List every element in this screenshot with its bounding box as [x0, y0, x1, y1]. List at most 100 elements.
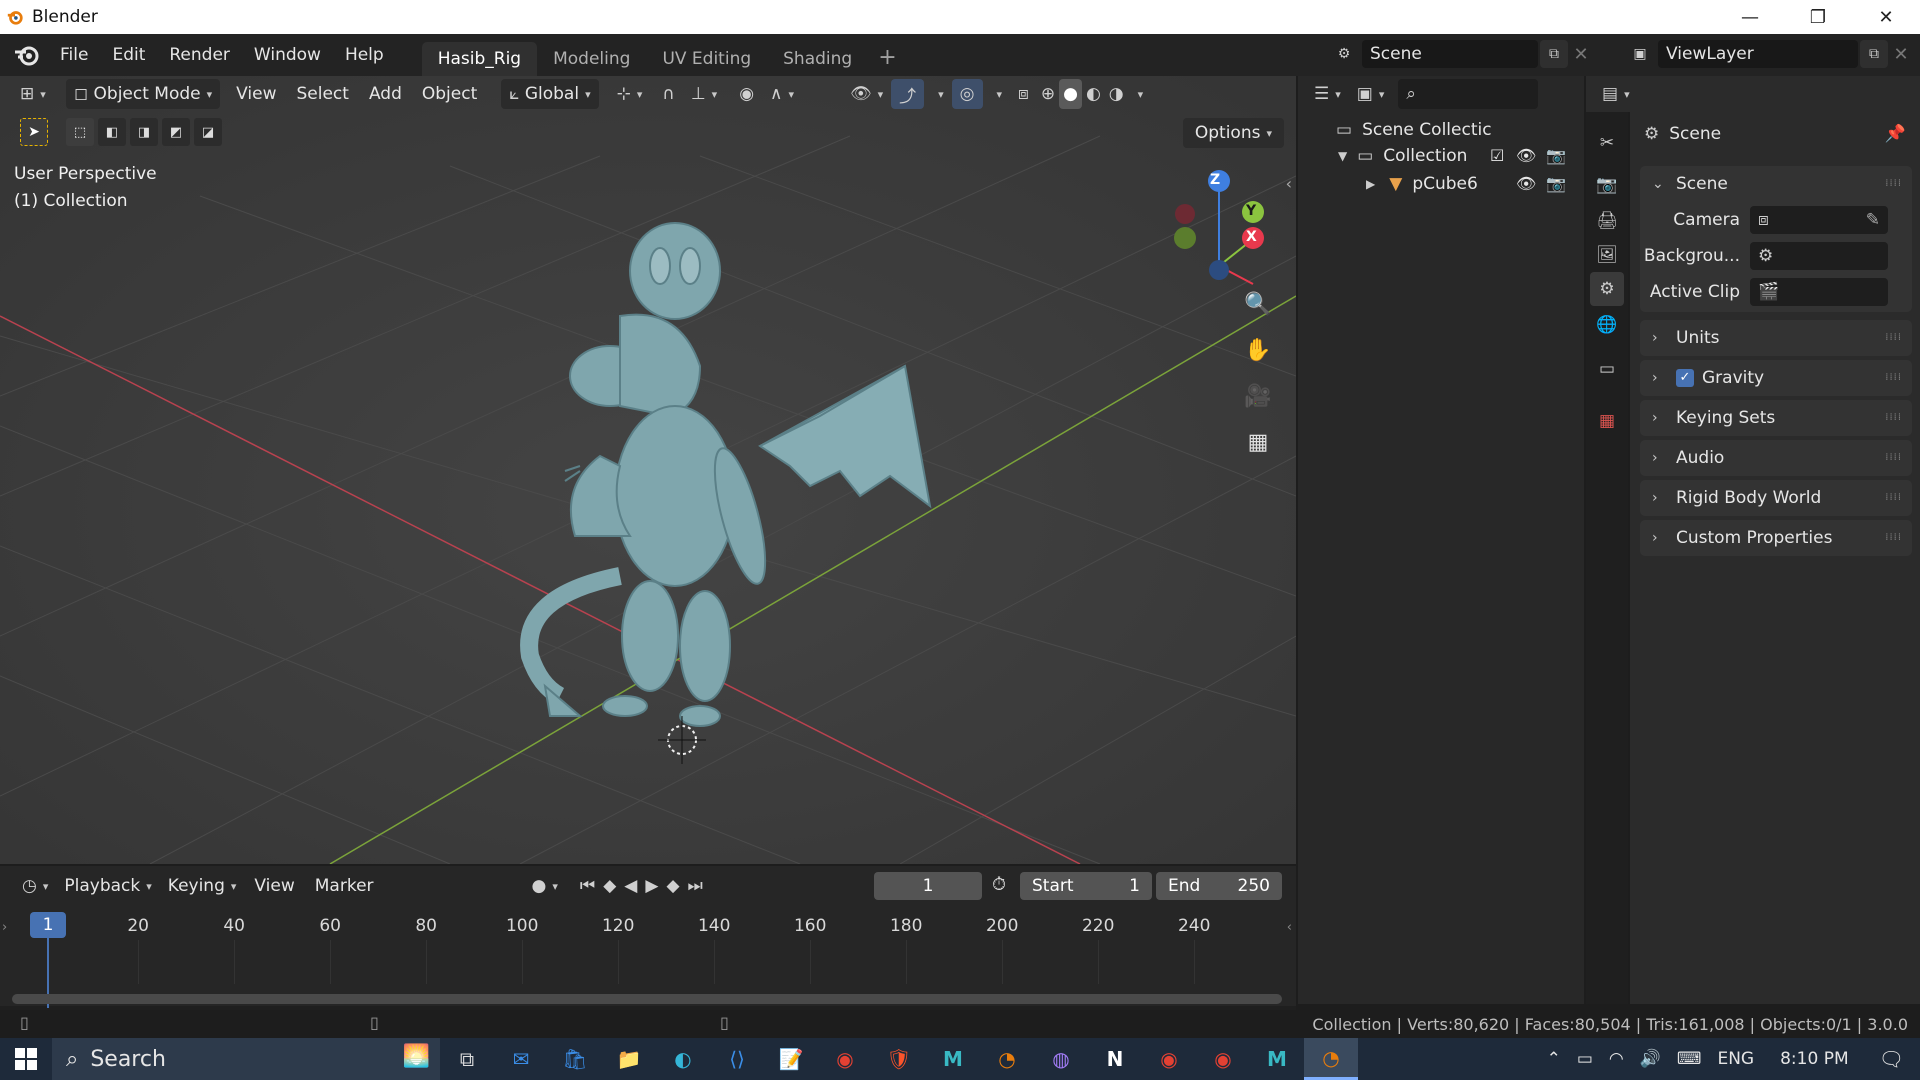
pan-hand-icon[interactable]: ✋: [1238, 330, 1278, 370]
timeline-menu-marker[interactable]: Marker: [305, 876, 384, 896]
jump-start-icon[interactable]: ⏮: [576, 871, 599, 901]
restore-icon[interactable]: ❐: [1784, 0, 1852, 34]
collection-checkbox-icon[interactable]: ☑: [1490, 146, 1504, 165]
tab-shading[interactable]: Shading: [767, 42, 868, 76]
menu-render[interactable]: Render: [157, 40, 242, 70]
mode-dropdown[interactable]: ◻ Object Mode ▾: [66, 79, 221, 109]
minimize-icon[interactable]: —: [1716, 0, 1784, 34]
timeline-ruler[interactable]: 1 › ‹ 20 40 60 80 100 120 140 160 180 200 220 240: [0, 906, 1296, 1008]
maya-icon[interactable]: M: [1250, 1038, 1304, 1080]
background-field[interactable]: ⚙: [1750, 242, 1888, 270]
chrome-icon[interactable]: ◉: [818, 1038, 872, 1080]
select-subtract-icon[interactable]: ◨: [130, 118, 158, 146]
chrome-icon[interactable]: ◉: [1142, 1038, 1196, 1080]
eyedropper-icon[interactable]: ✎: [1866, 210, 1880, 230]
zoom-icon[interactable]: 🔍: [1238, 284, 1278, 324]
language-indicator[interactable]: ENG: [1717, 1049, 1754, 1069]
brave-icon[interactable]: 🛡: [872, 1038, 926, 1080]
outliner-object-pcube6[interactable]: ▶ ▼ pCube6: [1366, 170, 1478, 198]
gizmo-dropdown[interactable]: ▾: [924, 79, 952, 109]
viewport-menu-view[interactable]: View: [226, 84, 286, 104]
blender-icon[interactable]: ◔: [1304, 1038, 1358, 1080]
camera-view-icon[interactable]: 🎥: [1238, 376, 1278, 416]
shading-dropdown[interactable]: ▾: [1128, 79, 1148, 109]
prev-keyframe-icon[interactable]: ◆: [599, 871, 620, 901]
rigid-body-world-panel[interactable]: › Rigid Body World ⁞⁞⁞⁞: [1640, 480, 1912, 516]
remove-scene-icon[interactable]: ✕: [1568, 40, 1594, 68]
options-dropdown[interactable]: Options ▾: [1182, 118, 1284, 148]
next-keyframe-icon[interactable]: ◆: [662, 871, 683, 901]
clock[interactable]: 8:10 PM: [1780, 1049, 1849, 1069]
remove-viewlayer-icon[interactable]: ✕: [1888, 40, 1914, 68]
camera-field[interactable]: ⧈ ✎: [1750, 206, 1888, 234]
tool-tab-icon[interactable]: ✂: [1590, 126, 1624, 160]
3d-viewport[interactable]: Z Y X ⊞ ▾ ◻ Object Mode ▾ View Select Add …: [0, 76, 1296, 864]
viewlayer-icon[interactable]: ▣: [1626, 40, 1654, 68]
select-extend-icon[interactable]: ◧: [98, 118, 126, 146]
select-new-icon[interactable]: ⬚: [66, 118, 94, 146]
properties-editor[interactable]: ⚙ Scene 📌 ⌄ Scene ⁞⁞⁞⁞ Camera ⧈ ✎ Backgrou.…: [1630, 76, 1920, 1004]
material-shading-icon[interactable]: ◐: [1082, 79, 1105, 109]
visibility-icon[interactable]: 👁 ▾: [842, 79, 891, 109]
wireframe-shading-icon[interactable]: ⊕: [1037, 79, 1059, 109]
outliner-editor-type-icon[interactable]: ☰ ▾: [1306, 79, 1349, 109]
tab-hasib-rig[interactable]: Hasib_Rig: [421, 42, 538, 76]
notifications-icon[interactable]: 🗨: [1879, 1047, 1904, 1071]
outliner-search-input[interactable]: ⌕: [1398, 79, 1539, 109]
file-explorer-icon[interactable]: 📁: [602, 1038, 656, 1080]
timeline-sidebar-icon[interactable]: ‹: [1287, 920, 1292, 935]
transform-orientation-dropdown[interactable]: ⟀ Global ▾: [501, 79, 599, 109]
viewport-menu-add[interactable]: Add: [359, 84, 412, 104]
sidebar-toggle-icon[interactable]: ‹: [1286, 174, 1292, 193]
vscode-icon[interactable]: ⟨⟩: [710, 1038, 764, 1080]
timeline-scrollbar[interactable]: [12, 994, 1282, 1004]
viewport-scene[interactable]: [0, 76, 1296, 864]
volume-icon[interactable]: 🔊: [1640, 1049, 1661, 1069]
play-reverse-icon[interactable]: ◀: [620, 871, 641, 901]
notion-icon[interactable]: N: [1088, 1038, 1142, 1080]
select-invert-icon[interactable]: ◩: [162, 118, 190, 146]
outliner-collection[interactable]: ▼ ▭ Collection: [1338, 142, 1467, 170]
edge-icon[interactable]: ◐: [656, 1038, 710, 1080]
audio-panel[interactable]: › Audio ⁞⁞⁞⁞: [1640, 440, 1912, 476]
blender-menu-icon[interactable]: [12, 40, 42, 70]
overlays-dropdown[interactable]: ▾: [983, 79, 1011, 109]
solid-shading-icon[interactable]: ●: [1059, 79, 1082, 109]
gizmo-toggle-icon[interactable]: ⤴: [891, 79, 925, 109]
menu-window[interactable]: Window: [242, 40, 333, 70]
object-eye-icon[interactable]: 👁: [1516, 174, 1536, 193]
outliner[interactable]: ☰ ▾ ▣ ▾ ⌕ ▭ Scene Collectic ▼ ▭ Collection…: [1298, 76, 1584, 1004]
timeline-menu-view[interactable]: View: [244, 876, 304, 896]
jump-end-icon[interactable]: ⏭: [684, 871, 707, 901]
preview-range-icon[interactable]: ⏱: [992, 874, 1006, 895]
select-tool-icon[interactable]: ➤: [20, 118, 48, 146]
auto-keying-icon[interactable]: ● ▾: [524, 871, 566, 901]
menu-file[interactable]: File: [48, 40, 100, 70]
gravity-checkbox[interactable]: ✓: [1676, 369, 1694, 387]
scene-panel-header[interactable]: ⌄ Scene ⁞⁞⁞⁞: [1640, 166, 1912, 202]
chrome-icon[interactable]: ◉: [1196, 1038, 1250, 1080]
render-tab-icon[interactable]: 📷: [1590, 168, 1624, 202]
collapse-arrow-icon[interactable]: ▼: [1338, 149, 1347, 163]
viewport-menu-select[interactable]: Select: [287, 84, 359, 104]
new-viewlayer-icon[interactable]: ⧉: [1860, 40, 1888, 68]
notepad-icon[interactable]: 📝: [764, 1038, 818, 1080]
select-intersect-icon[interactable]: ◪: [194, 118, 222, 146]
display-mode-icon[interactable]: ▣ ▾: [1349, 79, 1393, 109]
blender-icon[interactable]: ◔: [980, 1038, 1034, 1080]
active-clip-field[interactable]: 🎬: [1750, 278, 1888, 306]
viewlayer-name-field[interactable]: ViewLayer: [1658, 40, 1858, 68]
wifi-icon[interactable]: ◠: [1609, 1049, 1624, 1069]
output-tab-icon[interactable]: 🖨: [1590, 204, 1624, 238]
falloff-icon[interactable]: ∧ ▾: [762, 79, 802, 109]
keyboard-icon[interactable]: ⌨: [1677, 1049, 1702, 1069]
ortho-grid-icon[interactable]: ▦: [1238, 422, 1278, 462]
close-icon[interactable]: ✕: [1852, 0, 1920, 34]
keying-menu[interactable]: Keying ▾: [160, 871, 245, 901]
custom-properties-panel[interactable]: › Custom Properties ⁞⁞⁞⁞: [1640, 520, 1912, 556]
play-icon[interactable]: ▶: [641, 871, 662, 901]
snap-icon[interactable]: ∩: [654, 79, 682, 109]
task-view-icon[interactable]: ⧉: [440, 1038, 494, 1080]
menu-help[interactable]: Help: [333, 40, 396, 70]
add-workspace-icon[interactable]: +: [868, 42, 906, 76]
